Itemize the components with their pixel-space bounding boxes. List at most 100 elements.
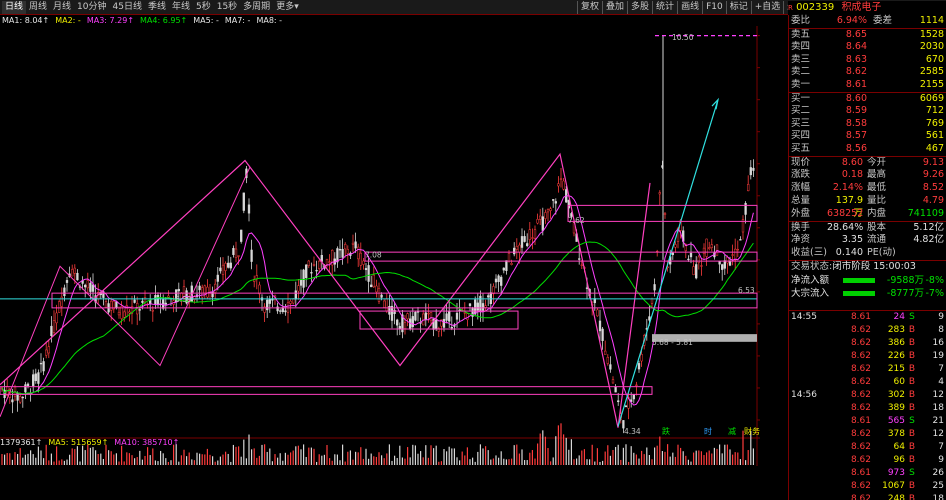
candle-body <box>91 284 95 292</box>
tick-flag: B <box>908 403 916 413</box>
candle-body <box>552 199 555 201</box>
tick-volume: 60 <box>893 377 905 387</box>
stat-label: 最高 <box>867 169 887 181</box>
period-tab[interactable]: 日线 <box>2 1 27 14</box>
candle-body <box>606 357 609 364</box>
period-tab[interactable]: 10分钟 <box>74 1 109 14</box>
stat-value: 137.9万 <box>835 194 863 219</box>
tick-volume: 973 <box>887 468 905 478</box>
tick-row: 8.62 389 B 18 <box>789 402 946 415</box>
ask-row[interactable]: 卖四 8.64 2030 <box>789 41 946 54</box>
price-annotation: 10.50 <box>672 33 694 42</box>
candle-body <box>328 261 331 263</box>
period-tab[interactable]: 季线 <box>145 1 169 14</box>
candle-body <box>123 311 126 318</box>
candle-body <box>723 260 726 269</box>
candle-body <box>367 265 370 282</box>
toolbar-button[interactable]: 复权 <box>577 1 602 14</box>
period-tab[interactable]: 15秒 <box>214 1 240 14</box>
candle-body <box>234 248 238 258</box>
weibi-cell: 委比 <box>791 15 811 26</box>
ask-row[interactable]: 卖三 8.63 670 <box>789 54 946 67</box>
tick-volume: 302 <box>887 390 905 400</box>
tick-time: 14:56 <box>791 390 817 400</box>
stat-row: 收益(三) 0.140 PE(动) <box>789 247 946 260</box>
period-tab[interactable]: 45日线 <box>110 1 145 14</box>
tick-flag: S <box>909 312 915 322</box>
toolbar-button[interactable]: 统计 <box>652 1 677 14</box>
ask-row[interactable]: 卖二 8.62 2585 <box>789 66 946 79</box>
tick-flag: B <box>908 494 916 500</box>
candle-body <box>42 361 45 372</box>
tick-flag: B <box>908 390 916 400</box>
period-tab[interactable]: 年线 <box>169 1 193 14</box>
candle-body <box>380 294 383 298</box>
ask-row[interactable]: 卖五 8.65 1528 <box>789 29 946 42</box>
fund-flow-row: 大宗流入 -8777万 -7% <box>789 287 946 300</box>
book-volume: 467 <box>925 142 944 154</box>
candle-body <box>229 262 232 269</box>
candle-body <box>700 265 703 267</box>
stat-value: 5.12亿 <box>913 221 944 233</box>
stat-value: 3.35 <box>841 234 863 246</box>
toolbar-button[interactable]: 叠加 <box>602 1 627 14</box>
candle-body <box>52 320 56 333</box>
stat-row: 现价 8.60 今开 9.13 <box>789 157 946 170</box>
candle-body <box>544 212 547 219</box>
candle-body <box>474 299 477 315</box>
book-volume: 1528 <box>919 28 944 40</box>
candle-body <box>336 248 339 263</box>
toolbar-button[interactable]: 多股 <box>627 1 652 14</box>
fund-flow-row: 净流入额 -9588万 -8% <box>789 274 946 287</box>
period-tab[interactable]: 5秒 <box>193 1 214 14</box>
tick-flag: B <box>908 364 916 374</box>
volume-legend: 1379361↑ MA5: 515659↑ MA10: 385710↑ <box>0 437 185 449</box>
bid-row[interactable]: 买三 8.58 769 <box>789 118 946 131</box>
book-price: 8.63 <box>845 53 867 65</box>
candle-body <box>284 310 287 313</box>
event-marker: 减 <box>728 426 736 436</box>
candle-body <box>115 301 118 308</box>
period-tab[interactable]: 周线 <box>26 1 50 14</box>
tick-list[interactable]: 14:55 8.61 24 S 9 8.62 283 B 8 8.62 386 B 16 8.62 226 B… <box>788 310 946 500</box>
stat-value <box>901 247 946 260</box>
candle-body <box>427 312 430 315</box>
toolbar-button[interactable]: +自选 <box>750 1 784 14</box>
period-tab[interactable]: 多周期 <box>240 1 273 14</box>
tick-price: 8.62 <box>850 351 871 361</box>
tick-row: 8.62 1067 B 25 <box>789 480 946 493</box>
candle-body <box>294 290 297 300</box>
candle-body <box>637 363 641 370</box>
candle-body <box>26 383 30 387</box>
tick-row: 8.62 283 B 8 <box>789 324 946 337</box>
toolbar-button[interactable]: F10 <box>702 1 726 14</box>
flow-bar <box>843 290 875 296</box>
bid-row[interactable]: 买五 8.56 467 <box>789 143 946 156</box>
candle-body <box>325 258 329 266</box>
tick-price: 8.62 <box>850 364 871 374</box>
stat-label: 股本 <box>867 221 887 233</box>
kline-chart[interactable]: 10.5010.009.509.008.508.007.507.006.506.… <box>0 26 760 466</box>
toolbar-button[interactable]: 标记 <box>725 1 751 14</box>
chart-toolbar: 复权叠加多股统计画线F10标记+自选返回 <box>577 1 808 14</box>
period-tab[interactable]: 更多▾ <box>273 1 302 14</box>
candle-body <box>728 261 732 266</box>
bid-row[interactable]: 买四 8.57 561 <box>789 130 946 143</box>
candle-body <box>133 299 136 303</box>
bid-row[interactable]: 买一 8.60 6069 <box>789 93 946 106</box>
flow-percent: -7% <box>925 287 945 299</box>
price-annotation: 4.34 <box>624 427 641 436</box>
period-tab[interactable]: 月线 <box>50 1 74 14</box>
candle-body <box>71 269 74 277</box>
bid-row[interactable]: 买二 8.59 712 <box>789 105 946 118</box>
stat-value: 9.26 <box>922 169 944 181</box>
flow-bar <box>843 277 875 283</box>
stat-value: 0.140 <box>835 247 863 259</box>
candle-body <box>346 249 349 254</box>
candle-body <box>429 312 433 322</box>
candle-body <box>609 364 612 370</box>
ask-row[interactable]: 卖一 8.61 2155 <box>789 79 946 92</box>
candle-body <box>65 280 69 283</box>
candle-body <box>611 379 615 384</box>
toolbar-button[interactable]: 画线 <box>677 1 702 14</box>
